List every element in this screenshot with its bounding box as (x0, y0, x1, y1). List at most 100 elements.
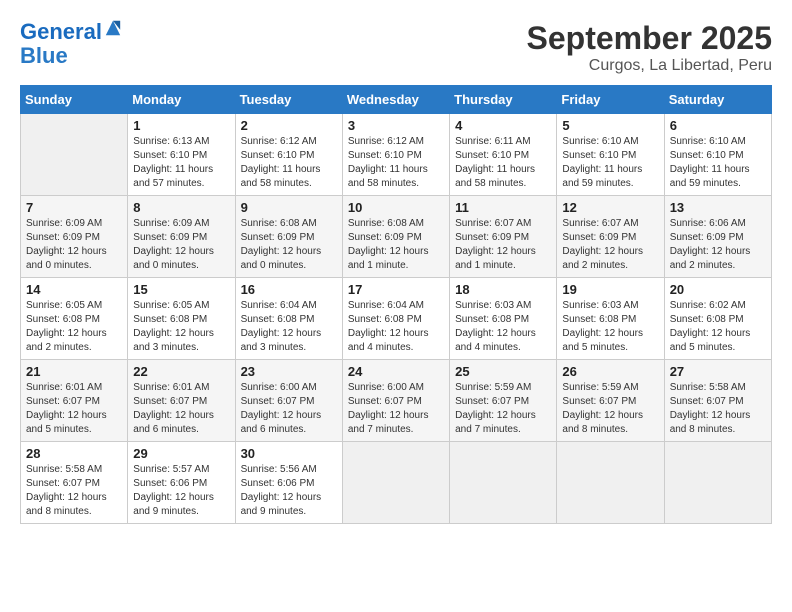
day-info: Sunrise: 6:12 AM Sunset: 6:10 PM Dayligh… (348, 135, 444, 191)
day-number: 27 (670, 364, 766, 379)
calendar-cell: 12 Sunrise: 6:07 AM Sunset: 6:09 PM Dayli… (557, 196, 664, 278)
day-info: Sunrise: 5:59 AM Sunset: 6:07 PM Dayligh… (562, 381, 658, 437)
col-header-sunday: Sunday (21, 86, 128, 114)
calendar-cell: 18 Sunrise: 6:03 AM Sunset: 6:08 PM Dayli… (450, 278, 557, 360)
day-info: Sunrise: 6:07 AM Sunset: 6:09 PM Dayligh… (562, 217, 658, 273)
day-number: 17 (348, 282, 444, 297)
day-info: Sunrise: 5:58 AM Sunset: 6:07 PM Dayligh… (670, 381, 766, 437)
calendar-cell: 24 Sunrise: 6:00 AM Sunset: 6:07 PM Dayli… (342, 360, 449, 442)
day-number: 28 (26, 446, 122, 461)
day-number: 2 (241, 118, 337, 133)
day-number: 19 (562, 282, 658, 297)
logo: General Blue (20, 20, 122, 68)
calendar-cell: 4 Sunrise: 6:11 AM Sunset: 6:10 PM Daylig… (450, 114, 557, 196)
calendar-cell: 6 Sunrise: 6:10 AM Sunset: 6:10 PM Daylig… (664, 114, 771, 196)
title-block: September 2025 Curgos, La Libertad, Peru (527, 20, 772, 75)
calendar-cell: 19 Sunrise: 6:03 AM Sunset: 6:08 PM Dayli… (557, 278, 664, 360)
day-number: 15 (133, 282, 229, 297)
calendar-cell: 3 Sunrise: 6:12 AM Sunset: 6:10 PM Daylig… (342, 114, 449, 196)
day-number: 16 (241, 282, 337, 297)
day-info: Sunrise: 6:01 AM Sunset: 6:07 PM Dayligh… (133, 381, 229, 437)
calendar-cell: 11 Sunrise: 6:07 AM Sunset: 6:09 PM Dayli… (450, 196, 557, 278)
day-number: 18 (455, 282, 551, 297)
day-info: Sunrise: 6:09 AM Sunset: 6:09 PM Dayligh… (133, 217, 229, 273)
day-number: 3 (348, 118, 444, 133)
day-info: Sunrise: 6:07 AM Sunset: 6:09 PM Dayligh… (455, 217, 551, 273)
calendar-cell (557, 442, 664, 524)
day-info: Sunrise: 6:05 AM Sunset: 6:08 PM Dayligh… (26, 299, 122, 355)
calendar-cell: 9 Sunrise: 6:08 AM Sunset: 6:09 PM Daylig… (235, 196, 342, 278)
day-info: Sunrise: 6:08 AM Sunset: 6:09 PM Dayligh… (348, 217, 444, 273)
calendar-cell (450, 442, 557, 524)
day-info: Sunrise: 6:10 AM Sunset: 6:10 PM Dayligh… (562, 135, 658, 191)
day-number: 4 (455, 118, 551, 133)
month-title: September 2025 (527, 20, 772, 57)
col-header-wednesday: Wednesday (342, 86, 449, 114)
calendar-cell: 7 Sunrise: 6:09 AM Sunset: 6:09 PM Daylig… (21, 196, 128, 278)
day-number: 30 (241, 446, 337, 461)
calendar-cell: 23 Sunrise: 6:00 AM Sunset: 6:07 PM Dayli… (235, 360, 342, 442)
day-number: 14 (26, 282, 122, 297)
col-header-monday: Monday (128, 86, 235, 114)
day-number: 10 (348, 200, 444, 215)
calendar-cell: 29 Sunrise: 5:57 AM Sunset: 6:06 PM Dayli… (128, 442, 235, 524)
calendar-cell: 13 Sunrise: 6:06 AM Sunset: 6:09 PM Dayli… (664, 196, 771, 278)
day-info: Sunrise: 5:57 AM Sunset: 6:06 PM Dayligh… (133, 463, 229, 519)
day-info: Sunrise: 6:13 AM Sunset: 6:10 PM Dayligh… (133, 135, 229, 191)
day-info: Sunrise: 5:58 AM Sunset: 6:07 PM Dayligh… (26, 463, 122, 519)
day-number: 22 (133, 364, 229, 379)
day-number: 12 (562, 200, 658, 215)
calendar-cell: 1 Sunrise: 6:13 AM Sunset: 6:10 PM Daylig… (128, 114, 235, 196)
day-info: Sunrise: 6:03 AM Sunset: 6:08 PM Dayligh… (562, 299, 658, 355)
day-info: Sunrise: 6:05 AM Sunset: 6:08 PM Dayligh… (133, 299, 229, 355)
day-number: 11 (455, 200, 551, 215)
calendar-cell: 22 Sunrise: 6:01 AM Sunset: 6:07 PM Dayli… (128, 360, 235, 442)
day-info: Sunrise: 6:04 AM Sunset: 6:08 PM Dayligh… (348, 299, 444, 355)
day-number: 9 (241, 200, 337, 215)
calendar-cell: 25Sunrise: 5:59 AM Sunset: 6:07 PM Dayli… (450, 360, 557, 442)
day-info: Sunrise: 6:10 AM Sunset: 6:10 PM Dayligh… (670, 135, 766, 191)
calendar-cell: 10 Sunrise: 6:08 AM Sunset: 6:09 PM Dayli… (342, 196, 449, 278)
day-info: Sunrise: 6:11 AM Sunset: 6:10 PM Dayligh… (455, 135, 551, 191)
calendar-cell (342, 442, 449, 524)
day-number: 8 (133, 200, 229, 215)
day-info: Sunrise: 6:00 AM Sunset: 6:07 PM Dayligh… (348, 381, 444, 437)
calendar-cell: 16 Sunrise: 6:04 AM Sunset: 6:08 PM Dayli… (235, 278, 342, 360)
day-info: Sunrise: 6:04 AM Sunset: 6:08 PM Dayligh… (241, 299, 337, 355)
calendar-cell: 28 Sunrise: 5:58 AM Sunset: 6:07 PM Dayli… (21, 442, 128, 524)
day-info: Sunrise: 6:00 AM Sunset: 6:07 PM Dayligh… (241, 381, 337, 437)
calendar-cell: 15 Sunrise: 6:05 AM Sunset: 6:08 PM Dayli… (128, 278, 235, 360)
day-number: 7 (26, 200, 122, 215)
col-header-friday: Friday (557, 86, 664, 114)
calendar-cell: 20Sunrise: 6:02 AM Sunset: 6:08 PM Dayli… (664, 278, 771, 360)
calendar-cell: 17 Sunrise: 6:04 AM Sunset: 6:08 PM Dayli… (342, 278, 449, 360)
calendar-cell (664, 442, 771, 524)
day-info: Sunrise: 6:03 AM Sunset: 6:08 PM Dayligh… (455, 299, 551, 355)
day-number: 24 (348, 364, 444, 379)
calendar-cell: 26 Sunrise: 5:59 AM Sunset: 6:07 PM Dayli… (557, 360, 664, 442)
day-number: 1 (133, 118, 229, 133)
calendar-cell (21, 114, 128, 196)
day-number: 6 (670, 118, 766, 133)
day-number: 13 (670, 200, 766, 215)
calendar-table: SundayMondayTuesdayWednesdayThursdayFrid… (20, 85, 772, 524)
day-number: 5 (562, 118, 658, 133)
day-number: 21 (26, 364, 122, 379)
logo-icon (104, 19, 122, 37)
day-info: Sunrise: 6:01 AM Sunset: 6:07 PM Dayligh… (26, 381, 122, 437)
col-header-saturday: Saturday (664, 86, 771, 114)
day-info: Sunrise: 5:56 AM Sunset: 6:06 PM Dayligh… (241, 463, 337, 519)
calendar-cell: 30 Sunrise: 5:56 AM Sunset: 6:06 PM Dayli… (235, 442, 342, 524)
calendar-cell: 14 Sunrise: 6:05 AM Sunset: 6:08 PM Dayli… (21, 278, 128, 360)
day-number: 23 (241, 364, 337, 379)
col-header-tuesday: Tuesday (235, 86, 342, 114)
day-number: 26 (562, 364, 658, 379)
day-info: Sunrise: 6:08 AM Sunset: 6:09 PM Dayligh… (241, 217, 337, 273)
col-header-thursday: Thursday (450, 86, 557, 114)
day-info: Sunrise: 6:06 AM Sunset: 6:09 PM Dayligh… (670, 217, 766, 273)
day-info: Sunrise: 6:09 AM Sunset: 6:09 PM Dayligh… (26, 217, 122, 273)
calendar-cell: 27 Sunrise: 5:58 AM Sunset: 6:07 PM Dayli… (664, 360, 771, 442)
day-number: 29 (133, 446, 229, 461)
day-info: Sunrise: 6:12 AM Sunset: 6:10 PM Dayligh… (241, 135, 337, 191)
calendar-cell: 5 Sunrise: 6:10 AM Sunset: 6:10 PM Daylig… (557, 114, 664, 196)
